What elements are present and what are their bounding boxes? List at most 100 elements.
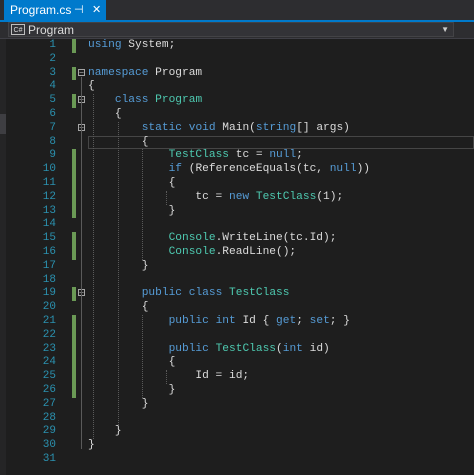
- code-line[interactable]: 31: [0, 453, 474, 467]
- code-line[interactable]: 29 }: [0, 425, 474, 439]
- keyword-token: null: [329, 163, 357, 176]
- code-line[interactable]: 25 Id = id;: [0, 370, 474, 384]
- code-text[interactable]: Console.WriteLine(tc.Id);: [88, 232, 337, 246]
- code-line[interactable]: 5− class Program: [0, 94, 474, 108]
- tab-program-cs[interactable]: Program.cs ⊣ ✕: [4, 0, 106, 20]
- code-text[interactable]: namespace Program: [88, 67, 202, 81]
- code-line[interactable]: 24 {: [0, 356, 474, 371]
- code-text[interactable]: using System;: [88, 39, 175, 53]
- tab-title: Program.cs: [10, 3, 72, 17]
- code-line[interactable]: 11 {: [0, 177, 474, 191]
- keyword-token: class: [188, 287, 223, 300]
- line-number: 29: [42, 425, 56, 438]
- code-line[interactable]: 13 }: [0, 204, 474, 219]
- code-token: System;: [121, 39, 176, 51]
- code-token: tc =: [88, 190, 229, 203]
- type-token: Console: [168, 232, 216, 245]
- code-line[interactable]: 12 tc = new TestClass(1);: [0, 190, 474, 205]
- line-number: 23: [42, 342, 56, 355]
- change-marker: [72, 246, 76, 260]
- line-number: 11: [42, 177, 56, 189]
- code-text[interactable]: }: [88, 205, 176, 219]
- code-text[interactable]: static void Main(string[] args): [88, 122, 350, 136]
- code-text[interactable]: public TestClass(int id): [88, 343, 330, 357]
- code-token: Main(: [215, 121, 256, 134]
- collapse-icon[interactable]: −: [78, 68, 85, 76]
- code-line[interactable]: 4{: [0, 80, 474, 94]
- code-line[interactable]: 10 if (ReferenceEquals(tc, null)): [0, 163, 474, 177]
- nav-label: Program: [28, 23, 75, 37]
- code-line[interactable]: 26 }: [0, 384, 474, 398]
- code-text[interactable]: {: [88, 80, 95, 94]
- code-text[interactable]: tc = new TestClass(1);: [88, 191, 343, 205]
- code-editor[interactable]: 1using System;23−namespace Program4{5− c…: [0, 39, 474, 475]
- change-marker: [72, 190, 76, 205]
- code-text[interactable]: public int Id { get; set; }: [88, 315, 350, 329]
- line-number: 13: [42, 204, 56, 217]
- type-token: TestClass: [168, 149, 230, 162]
- code-text[interactable]: {: [88, 356, 176, 370]
- line-number: 6: [49, 108, 56, 120]
- csharp-file-icon: C#: [11, 24, 25, 35]
- keyword-token: void: [188, 121, 216, 134]
- keyword-token: int: [215, 315, 236, 327]
- code-line[interactable]: 19− public class TestClass: [0, 287, 474, 302]
- close-icon[interactable]: ✕: [92, 0, 101, 20]
- code-token: {: [88, 356, 176, 369]
- code-line[interactable]: 17 }: [0, 260, 474, 274]
- code-line[interactable]: 27 }: [0, 398, 474, 412]
- change-marker: [72, 149, 76, 164]
- code-line[interactable]: 6 {: [0, 108, 474, 122]
- keyword-token: if: [168, 163, 183, 176]
- code-text[interactable]: }: [88, 384, 176, 398]
- code-token: ;: [296, 315, 310, 327]
- code-line[interactable]: 30}: [0, 439, 474, 453]
- change-marker: [72, 177, 76, 191]
- keyword-token: public: [168, 315, 209, 327]
- code-text[interactable]: Id = id;: [88, 370, 249, 384]
- code-line[interactable]: 3 − namespace Program: [0, 66, 474, 81]
- keyword-token: using: [88, 39, 122, 51]
- code-line[interactable]: 1 using System;: [0, 39, 474, 53]
- code-line[interactable]: 21 public int Id { get; set; }: [0, 315, 474, 329]
- code-token: tc =: [229, 149, 270, 162]
- type-token: TestClass: [255, 190, 317, 203]
- code-line[interactable]: 23 public TestClass(int id): [0, 342, 474, 357]
- chevron-down-icon[interactable]: ▼: [441, 24, 449, 36]
- code-line[interactable]: 2: [0, 53, 474, 67]
- code-line[interactable]: 9 TestClass tc = null;: [0, 149, 474, 164]
- change-marker: [72, 328, 76, 343]
- code-line[interactable]: 7− static void Main(string[] args): [0, 122, 474, 136]
- code-line[interactable]: 22: [0, 328, 474, 343]
- change-marker: [72, 163, 76, 177]
- code-line[interactable]: 16 Console.ReadLine();: [0, 246, 474, 260]
- line-number: 5: [49, 94, 56, 107]
- pin-icon[interactable]: ⊣: [74, 0, 84, 20]
- code-line[interactable]: 18: [0, 274, 474, 288]
- line-number: 21: [42, 315, 56, 327]
- code-line[interactable]: 14: [0, 218, 474, 232]
- code-line[interactable]: 28: [0, 412, 474, 426]
- code-token: [] args): [296, 121, 350, 134]
- code-text[interactable]: if (ReferenceEquals(tc, null)): [88, 163, 370, 177]
- code-text[interactable]: class Program: [88, 94, 202, 108]
- line-number: 26: [42, 384, 56, 396]
- change-marker: [72, 370, 76, 384]
- type-navigation-dropdown[interactable]: C# Program ▼: [8, 22, 454, 37]
- line-number: 8: [49, 135, 56, 148]
- code-text[interactable]: }: [88, 439, 95, 453]
- code-line[interactable]: 8 {: [0, 135, 474, 150]
- code-text[interactable]: Console.ReadLine();: [88, 246, 297, 260]
- keyword-token: new: [229, 190, 250, 203]
- code-line[interactable]: 15 Console.WriteLine(tc.Id);: [0, 232, 474, 246]
- keyword-token: null: [269, 149, 297, 162]
- code-line[interactable]: 20 {: [0, 301, 474, 315]
- code-text[interactable]: {: [88, 177, 176, 191]
- keyword-token: static: [141, 121, 183, 134]
- code-text[interactable]: TestClass tc = null;: [88, 149, 303, 163]
